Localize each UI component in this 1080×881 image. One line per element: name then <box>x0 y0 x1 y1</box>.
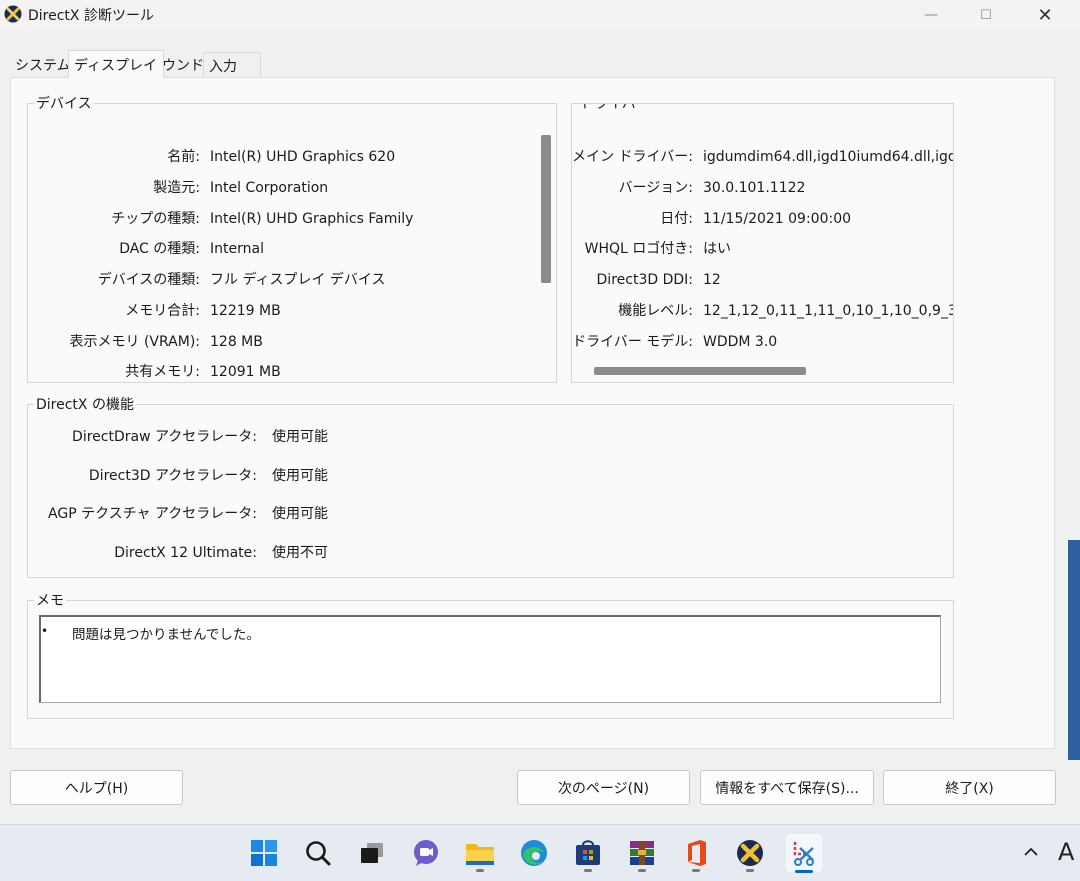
driver-value[interactable]: 12_1,12_0,11_1,11_0,10_1,10_0,9_3,9_2,9_… <box>703 302 953 320</box>
desktop-background-edge <box>1068 540 1080 760</box>
office-button[interactable] <box>678 834 714 872</box>
driver-label: ドライバー モデル: <box>572 334 693 350</box>
driver-label: 機能レベル: <box>618 303 693 319</box>
maximize-icon: ☐ <box>980 7 992 23</box>
file-explorer-button[interactable] <box>462 834 498 872</box>
dx-feature-label: AGP テクスチャ アクセラレータ: <box>48 506 257 522</box>
driver-value[interactable]: はい <box>703 240 731 258</box>
dx-feature-value: 使用可能 <box>272 429 328 445</box>
dxdiag-icon <box>737 840 763 866</box>
notes-bullet: • <box>41 624 49 638</box>
driver-value[interactable]: 11/15/2021 09:00:00 <box>703 210 851 228</box>
notes-text: 問題は見つかりませんでした。 <box>72 627 260 643</box>
driver-label: WHQL ロゴ付き: <box>584 241 693 257</box>
running-indicator <box>476 869 484 872</box>
winrar-button[interactable] <box>624 834 660 872</box>
dxdiag-button[interactable] <box>732 834 768 872</box>
device-label: メモリ合計: <box>125 303 200 319</box>
search-button[interactable] <box>300 834 336 872</box>
help-button[interactable]: ヘルプ(H) <box>10 770 183 805</box>
running-indicator <box>638 869 646 872</box>
task-view-icon <box>361 843 383 863</box>
driver-value[interactable]: igdumdim64.dll,igd10iumd64.dll,igd10iumd… <box>703 148 953 166</box>
ime-indicator[interactable]: A <box>1058 838 1080 868</box>
device-value[interactable]: 128 MB <box>210 333 263 351</box>
file-explorer-icon <box>466 844 494 865</box>
start-button[interactable] <box>246 834 282 872</box>
save-all-info-button[interactable]: 情報をすべて保存(S)... <box>700 770 874 805</box>
store-button[interactable] <box>570 834 606 872</box>
device-value[interactable]: Intel Corporation <box>210 179 328 197</box>
chevron-up-icon <box>1024 847 1038 856</box>
store-icon <box>576 840 600 865</box>
directx-features-group: DirectX の機能 DirectDraw アクセラレータ: 使用可能 Dire… <box>27 396 954 578</box>
show-hidden-icons-button[interactable] <box>1020 838 1042 866</box>
maximize-button[interactable]: ☐ <box>963 0 1009 30</box>
chat-button[interactable] <box>408 834 444 872</box>
device-value[interactable]: フル ディスプレイ デバイス <box>210 271 386 289</box>
device-value[interactable]: Intel(R) UHD Graphics 620 <box>210 148 395 166</box>
dx-feature-value: 使用可能 <box>272 506 328 522</box>
tab-input[interactable]: 入力 <box>203 52 261 77</box>
winrar-icon <box>630 841 654 865</box>
driver-value[interactable]: 30.0.101.1122 <box>703 179 805 197</box>
driver-scrollbar-thumb[interactable] <box>594 367 806 375</box>
device-value[interactable]: 12219 MB <box>210 302 281 320</box>
minimize-icon: — <box>924 7 938 23</box>
device-value[interactable]: 12091 MB <box>210 363 281 381</box>
device-label: 表示メモリ (VRAM): <box>69 334 200 350</box>
driver-group: ドライバー メイン ドライバー: igdumdim64.dll,igd10iumd… <box>571 103 954 383</box>
tab-system[interactable]: システム <box>10 52 77 77</box>
driver-label: Direct3D DDI: <box>596 272 693 288</box>
close-button[interactable]: ✕ <box>1022 0 1068 30</box>
exit-button[interactable]: 終了(X) <box>883 770 1056 805</box>
snipping-tool-icon <box>793 842 814 866</box>
task-view-button[interactable] <box>354 834 390 872</box>
device-label: 製造元: <box>153 180 200 196</box>
start-icon <box>251 840 277 866</box>
window-title: DirectX 診断ツール <box>28 8 154 24</box>
running-indicator <box>746 869 754 872</box>
office-icon <box>688 840 706 866</box>
running-indicator <box>692 869 700 872</box>
minimize-button[interactable]: — <box>908 0 954 30</box>
dx-feature-label: DirectX 12 Ultimate: <box>114 545 257 561</box>
dx-feature-value: 使用可能 <box>272 468 328 484</box>
running-indicator <box>584 869 592 872</box>
chat-icon <box>414 840 438 866</box>
edge-button[interactable] <box>516 834 552 872</box>
dxdiag-app-icon <box>4 5 22 23</box>
next-page-button[interactable]: 次のページ(N) <box>517 770 690 805</box>
device-label: デバイスの種類: <box>97 272 200 288</box>
driver-label: バージョン: <box>618 180 693 196</box>
device-label: 共有メモリ: <box>125 364 200 380</box>
driver-label: 日付: <box>660 211 693 227</box>
close-icon: ✕ <box>1037 4 1053 26</box>
device-label: チップの種類: <box>111 211 200 227</box>
dx-feature-label: Direct3D アクセラレータ: <box>88 468 257 484</box>
device-value[interactable]: Internal <box>210 240 264 258</box>
active-app-indicator <box>795 870 813 873</box>
device-value[interactable]: Intel(R) UHD Graphics Family <box>210 210 413 228</box>
device-group: デバイス 名前: Intel(R) UHD Graphics 620 製造元: In… <box>27 95 557 383</box>
snipping-tool-button[interactable] <box>786 834 822 873</box>
edge-icon <box>521 840 547 866</box>
device-label: 名前: <box>167 149 200 165</box>
tab-display[interactable]: ディスプレイ <box>68 50 165 78</box>
driver-label: メイン ドライバー: <box>572 149 693 165</box>
device-scrollbar-thumb[interactable] <box>541 135 551 283</box>
dx-feature-value: 使用不可 <box>272 545 328 561</box>
driver-value[interactable]: 12 <box>703 271 721 289</box>
device-label: DAC の種類: <box>119 241 200 257</box>
notes-title: メモ <box>34 592 66 610</box>
dx-feature-label: DirectDraw アクセラレータ: <box>72 429 257 445</box>
search-icon <box>306 841 331 866</box>
driver-value[interactable]: WDDM 3.0 <box>703 333 777 351</box>
